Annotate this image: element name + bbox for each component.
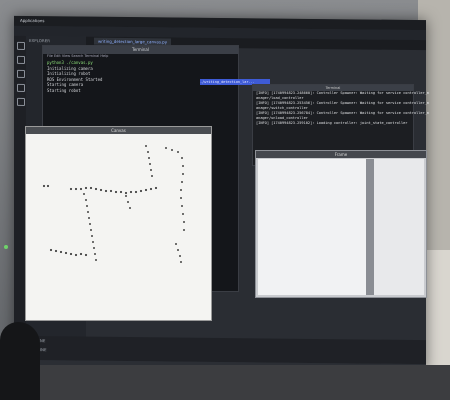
terminal-title: Terminal [43,46,238,54]
command-text: ./writing_detection_lar... [200,80,255,84]
camera-frame [258,159,366,295]
canvas-strokes [42,145,185,263]
extensions-icon[interactable] [17,97,25,106]
screen-ledge [0,365,450,400]
camera-frame-right [374,159,424,295]
applications-menu[interactable]: Applications [20,18,44,23]
audience-person [0,322,40,400]
canvas-title: Canvas [26,127,211,134]
log-line: [INFO] [1740994823.259102]: Loading cont… [256,121,408,125]
files-icon[interactable] [17,41,25,50]
terminal-line: Starting robot [47,87,81,93]
canvas-window[interactable]: Canvas [25,126,212,321]
frame-divider [366,159,374,295]
dotted-strokes [42,145,185,263]
frame-window[interactable]: Frame [255,150,427,298]
frame-title: Frame [256,151,426,158]
search-icon[interactable] [17,55,25,64]
indicator-light [4,245,8,249]
drawing-canvas[interactable] [26,134,211,320]
source-control-icon[interactable] [17,69,25,78]
run-icon[interactable] [17,83,25,92]
